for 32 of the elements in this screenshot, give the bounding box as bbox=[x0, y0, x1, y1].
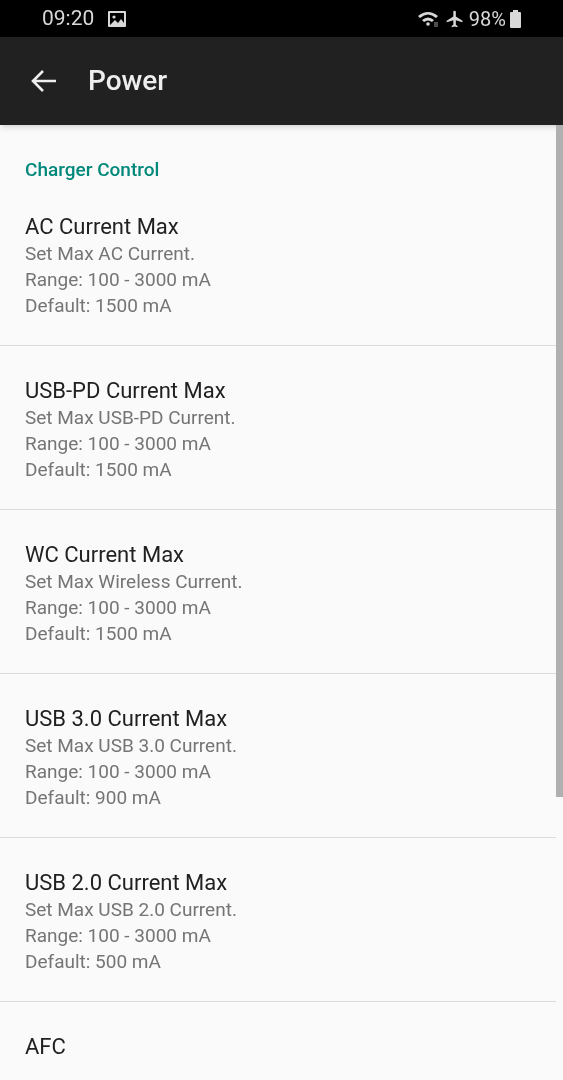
setting-summary: Default: 1500 mA bbox=[25, 456, 173, 483]
setting-summary: Set Max USB 2.0 Current. bbox=[25, 896, 238, 923]
screen-title: Power bbox=[88, 63, 168, 99]
setting-title: AFC bbox=[25, 1032, 67, 1061]
back-icon bbox=[31, 69, 57, 93]
setting-summary: Default: 1500 mA bbox=[25, 292, 173, 319]
setting-title: WC Current Max bbox=[25, 540, 185, 569]
airplane-icon bbox=[444, 8, 465, 29]
setting-summary: Set Max AC Current. bbox=[25, 240, 197, 267]
setting-summary: Range: 100 - 3000 mA bbox=[25, 758, 212, 785]
battery-icon bbox=[510, 9, 521, 28]
setting-title: USB 2.0 Current Max bbox=[25, 868, 229, 897]
setting-title: AC Current Max bbox=[25, 212, 180, 241]
setting-summary: Set Max USB 3.0 Current. bbox=[25, 732, 238, 759]
setting-summary: Range: 100 - 3000 mA bbox=[25, 594, 212, 621]
battery-percent: 98% bbox=[468, 5, 506, 33]
setting-summary: Range: 100 - 3000 mA bbox=[25, 922, 212, 949]
setting-summary: Set Max USB-PD Current. bbox=[25, 404, 237, 431]
setting-summary: Default: 500 mA bbox=[25, 948, 162, 975]
setting-title: USB-PD Current Max bbox=[25, 376, 227, 405]
setting-title: USB 3.0 Current Max bbox=[25, 704, 229, 733]
setting-summary: Set Max Wireless Current. bbox=[25, 568, 244, 595]
setting-item[interactable]: AFC bbox=[0, 1001, 556, 1080]
section-header: Charger Control bbox=[25, 158, 160, 181]
setting-summary: Default: 900 mA bbox=[25, 784, 162, 811]
setting-item[interactable]: USB 2.0 Current Max Set Max USB 2.0 Current. Range: 100 - 3000 mA Default: 500 mA bbox=[0, 837, 556, 1002]
setting-summary: Range: 100 - 3000 mA bbox=[25, 430, 212, 457]
wifi-icon bbox=[416, 9, 441, 28]
setting-summary: Default: 1500 mA bbox=[25, 620, 173, 647]
image-icon bbox=[108, 10, 127, 27]
status-time: 09:20 bbox=[42, 4, 95, 32]
setting-summary: Range: 100 - 3000 mA bbox=[25, 266, 212, 293]
